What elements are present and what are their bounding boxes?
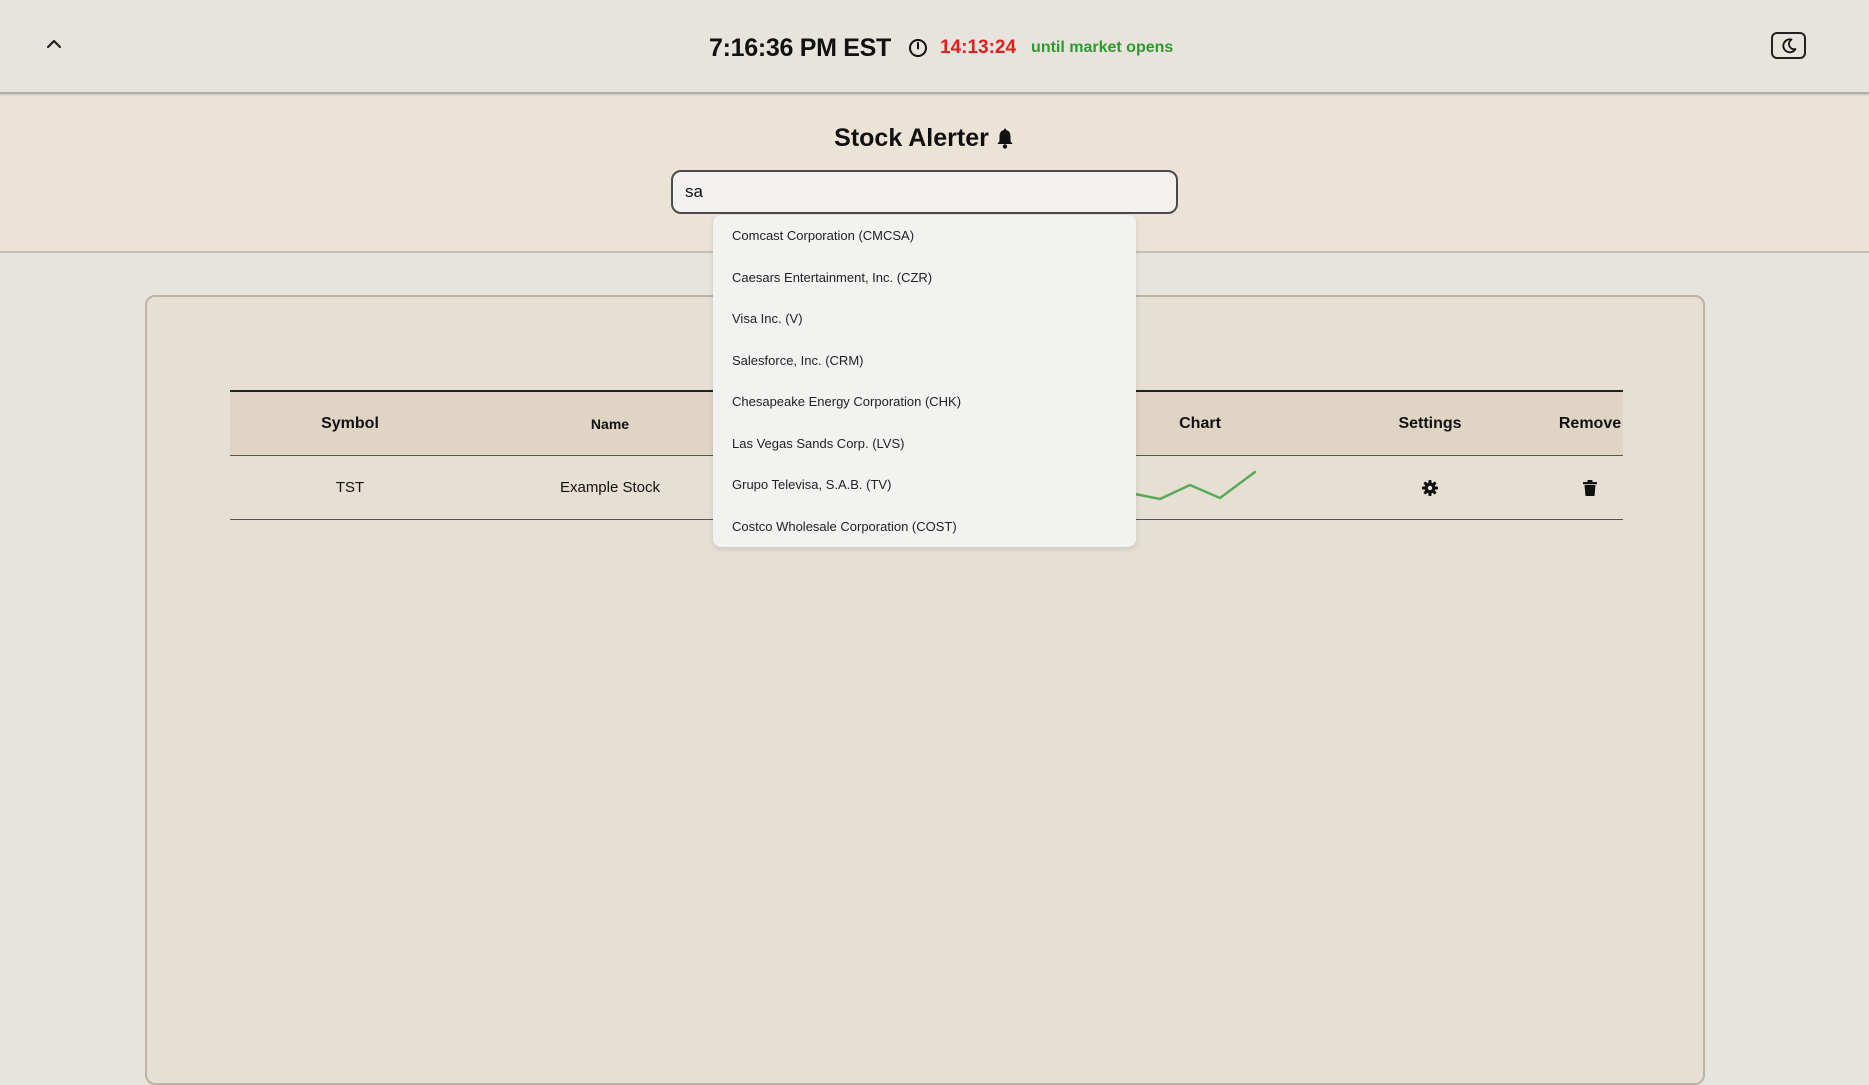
- gear-icon[interactable]: [1422, 479, 1438, 496]
- page-title-text: Stock Alerter: [834, 124, 989, 152]
- suggestion-item[interactable]: Grupo Televisa, S.A.B. (TV): [713, 464, 1136, 506]
- header-name[interactable]: Name: [470, 392, 750, 455]
- market-status-text: until market opens: [1031, 39, 1174, 56]
- moon-icon: [1780, 37, 1798, 55]
- suggestion-item[interactable]: Las Vegas Sands Corp. (LVS): [713, 423, 1136, 465]
- trash-icon[interactable]: [1583, 479, 1597, 496]
- chevron-up-icon: [45, 38, 63, 50]
- suggestion-item[interactable]: Chesapeake Energy Corporation (CHK): [713, 381, 1136, 423]
- row-symbol: TST: [335, 479, 365, 496]
- top-bar: 7:16:36 PM EST 14:13:24 until market ope…: [0, 0, 1869, 94]
- search-suggestions-dropdown: Comcast Corporation (CMCSA) Caesars Ente…: [713, 215, 1136, 547]
- header-remove: Remove: [1558, 414, 1622, 432]
- row-remove-cell: [1490, 456, 1690, 519]
- stock-search-input[interactable]: [671, 170, 1178, 214]
- row-sparkline: [1130, 470, 1257, 501]
- current-time: 7:16:36 PM EST: [709, 33, 891, 62]
- market-countdown: 14:13:24: [939, 37, 1017, 58]
- collapse-button[interactable]: [40, 30, 68, 58]
- clock-icon: [908, 38, 928, 58]
- suggestion-item[interactable]: Caesars Entertainment, Inc. (CZR): [713, 257, 1136, 299]
- suggestion-item[interactable]: Comcast Corporation (CMCSA): [713, 215, 1136, 257]
- suggestion-item[interactable]: Visa Inc. (V): [713, 298, 1136, 340]
- bell-icon: [995, 128, 1015, 150]
- row-name: Example Stock: [559, 479, 661, 496]
- header-symbol[interactable]: Symbol: [230, 392, 470, 455]
- page-title: Stock Alerter: [0, 124, 1849, 153]
- theme-toggle-button[interactable]: [1771, 32, 1806, 59]
- suggestion-item[interactable]: Costco Wholesale Corporation (COST): [713, 506, 1136, 548]
- market-clock: 7:16:36 PM EST 14:13:24 until market ope…: [709, 30, 1173, 66]
- suggestion-item[interactable]: Salesforce, Inc. (CRM): [713, 340, 1136, 382]
